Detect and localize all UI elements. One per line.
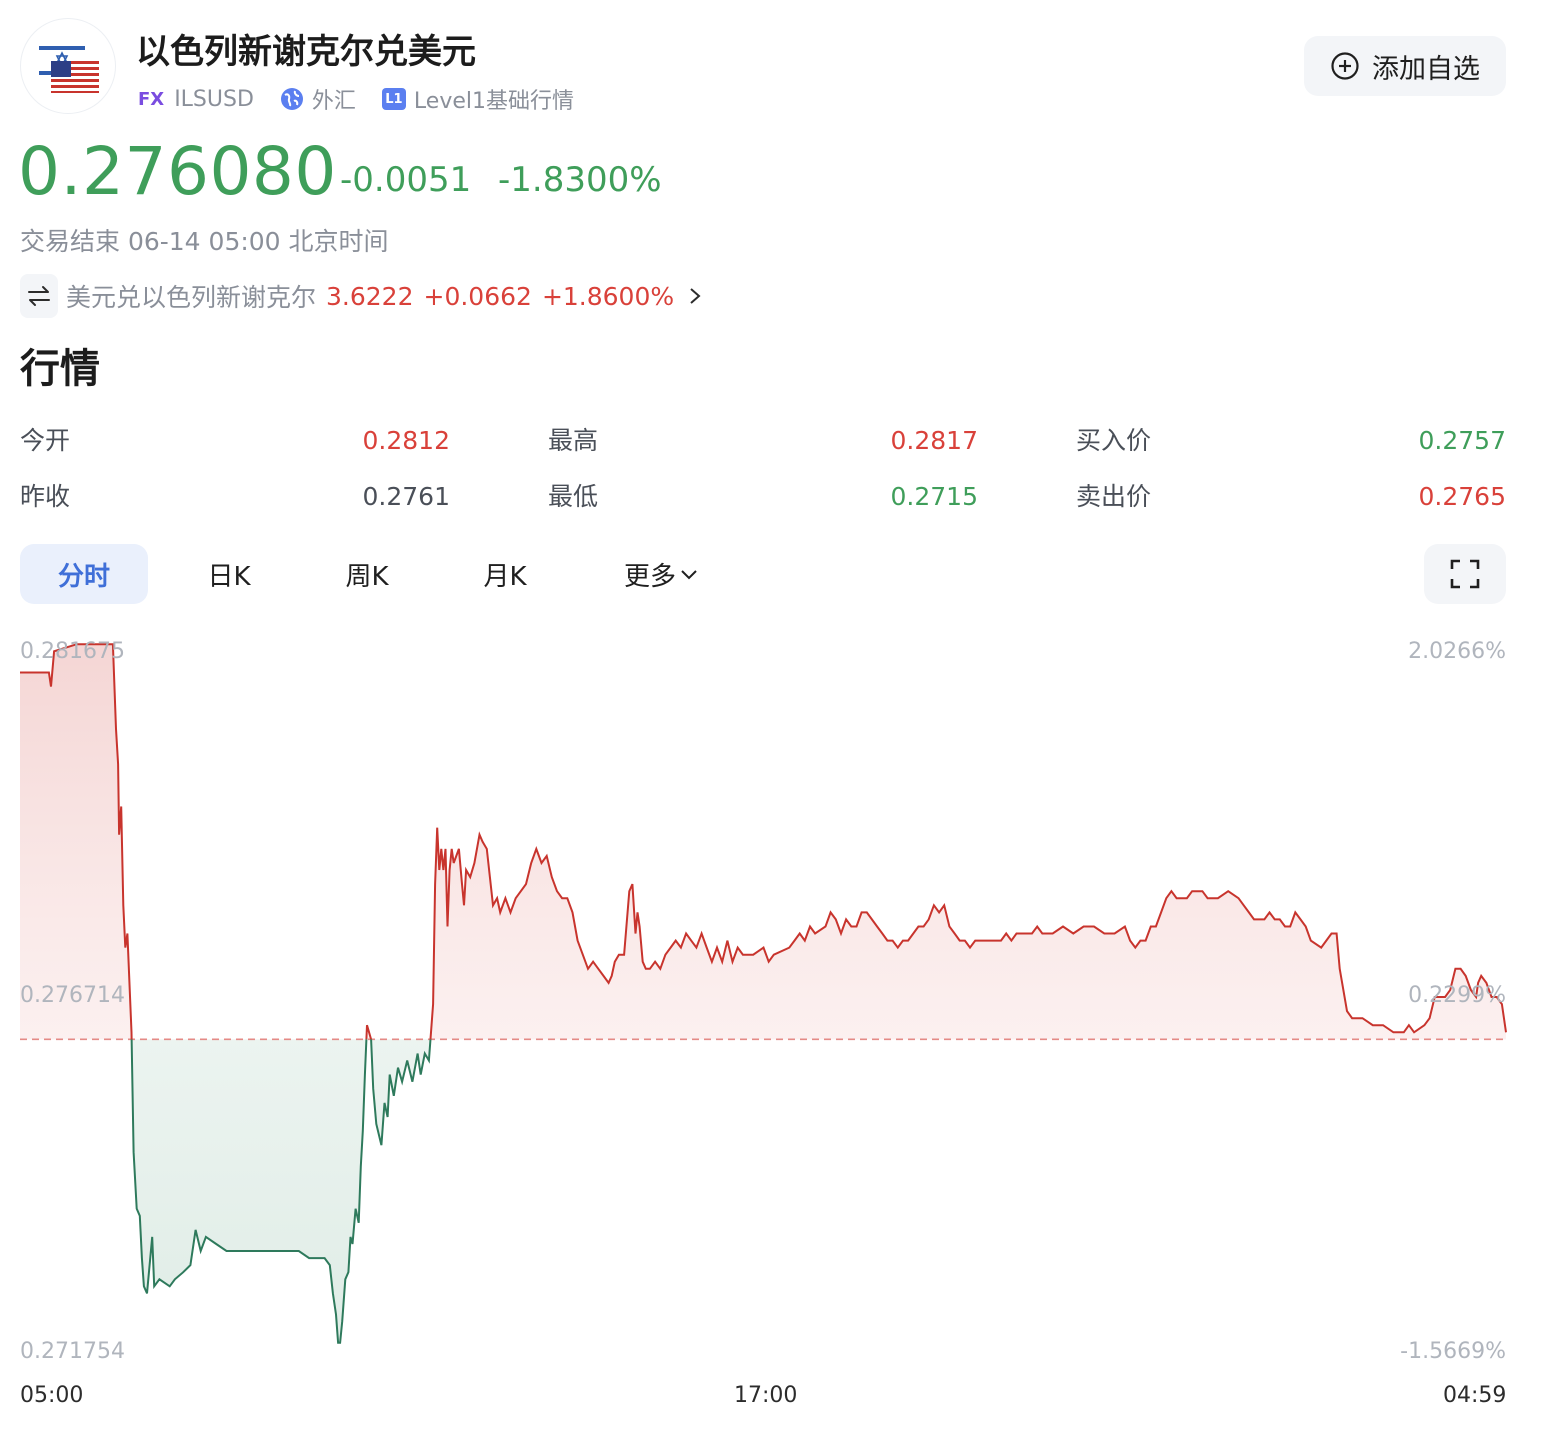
x-label-end: 04:59: [1443, 1383, 1507, 1408]
y-label-right-mid: 0.2299%: [1408, 983, 1506, 1008]
y-label-left-mid: 0.276714: [20, 983, 125, 1008]
intraday-chart[interactable]: [0, 0, 1548, 1452]
y-label-left-bottom: 0.271754: [20, 1339, 125, 1364]
y-label-right-top: 2.0266%: [1408, 639, 1506, 664]
x-label-mid: 17:00: [734, 1383, 798, 1408]
y-label-right-bottom: -1.5669%: [1400, 1339, 1506, 1364]
x-label-start: 05:00: [20, 1383, 84, 1408]
y-label-left-top: 0.281675: [20, 639, 125, 664]
